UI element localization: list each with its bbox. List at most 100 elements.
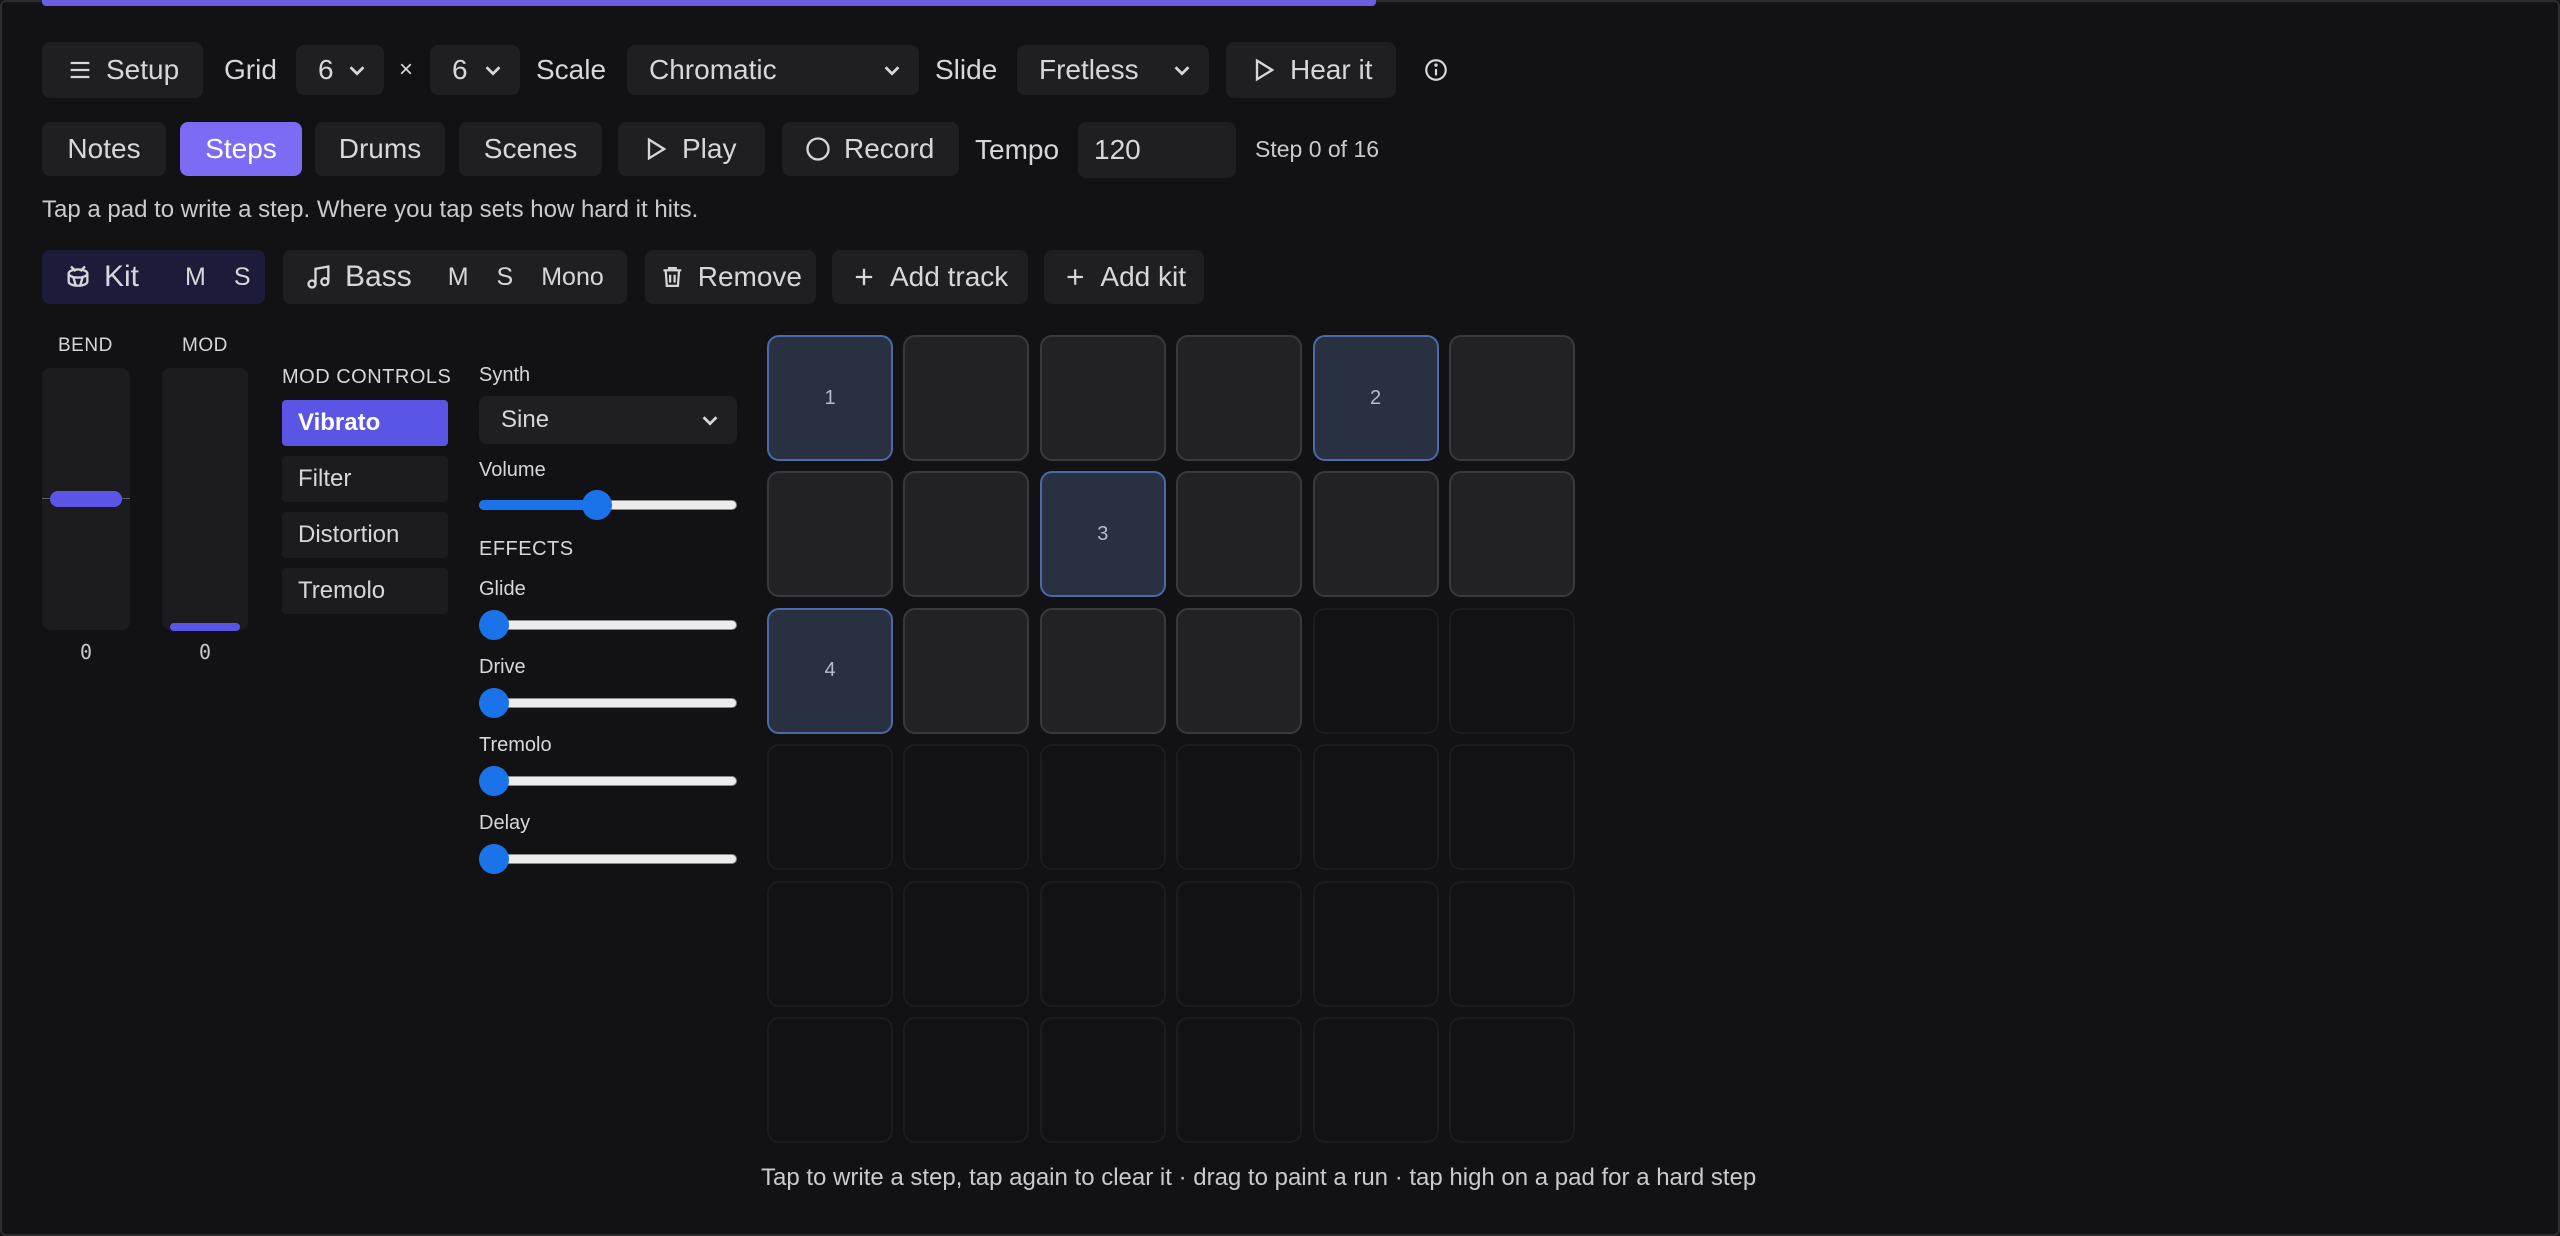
mod-slider-thumb[interactable] bbox=[170, 623, 240, 631]
pad bbox=[1449, 880, 1575, 1007]
pad[interactable] bbox=[903, 607, 1030, 734]
setup-button[interactable]: Setup bbox=[42, 42, 204, 98]
pad[interactable] bbox=[767, 471, 893, 598]
mod-item-tremolo[interactable]: Tremolo bbox=[282, 568, 448, 614]
mod-value: 0 bbox=[199, 640, 212, 664]
tempo-value: 120 bbox=[1094, 134, 1141, 165]
slider-rail bbox=[479, 854, 737, 864]
slider-thumb[interactable] bbox=[479, 844, 509, 874]
add-kit-button[interactable]: Add kit bbox=[1044, 250, 1204, 304]
mod-item-filter[interactable]: Filter bbox=[282, 456, 448, 502]
plus-icon bbox=[1067, 269, 1083, 285]
track-kit[interactable]: Kit M S bbox=[42, 250, 265, 304]
grid-cols-select[interactable]: 6 bbox=[296, 45, 384, 95]
mod-item-label: Filter bbox=[298, 465, 352, 492]
tab-label: Steps bbox=[205, 133, 277, 164]
mod-item-vibrato[interactable]: Vibrato bbox=[282, 400, 448, 446]
tab-notes[interactable]: Notes bbox=[42, 122, 166, 176]
step-pad[interactable]: 4 bbox=[767, 607, 893, 734]
track-bass-solo[interactable]: S bbox=[483, 263, 528, 292]
slider-thumb[interactable] bbox=[479, 766, 509, 796]
pad bbox=[1449, 744, 1575, 871]
slide-select[interactable]: Fretless bbox=[1017, 45, 1209, 95]
pad[interactable] bbox=[1312, 471, 1439, 598]
slider-rail bbox=[479, 776, 737, 786]
synth-label: Synth bbox=[479, 364, 531, 386]
plus-icon bbox=[855, 268, 873, 286]
mod-item-label: Vibrato bbox=[298, 409, 381, 436]
scale-select[interactable]: Chromatic bbox=[627, 45, 919, 95]
hear-it-button[interactable]: Hear it bbox=[1226, 42, 1397, 98]
slider-rail bbox=[479, 698, 737, 708]
play-button[interactable]: Play bbox=[618, 122, 765, 176]
mod-controls-title: MOD CONTROLS bbox=[282, 366, 452, 388]
scale-label: Scale bbox=[536, 54, 607, 85]
grid-rows-value: 6 bbox=[452, 54, 468, 85]
pad[interactable] bbox=[1176, 335, 1303, 461]
slider-thumb[interactable] bbox=[479, 610, 509, 640]
drive-slider[interactable] bbox=[479, 688, 737, 718]
delay-slider[interactable] bbox=[479, 844, 737, 874]
step-pad[interactable]: 3 bbox=[1039, 471, 1166, 598]
tab-drums[interactable]: Drums bbox=[315, 122, 445, 176]
track-bass[interactable]: Bass M S Mono bbox=[283, 250, 627, 304]
pad bbox=[767, 880, 893, 1007]
slider-thumb[interactable] bbox=[479, 688, 509, 718]
chevron-down-icon bbox=[884, 66, 900, 76]
step-pad[interactable]: 2 bbox=[1312, 335, 1439, 461]
pad bbox=[1176, 744, 1303, 871]
bend-slider[interactable] bbox=[42, 368, 130, 630]
chevron-down-icon bbox=[349, 66, 365, 76]
pad bbox=[1039, 1017, 1166, 1143]
add-track-button[interactable]: Add track bbox=[832, 250, 1028, 304]
pad bbox=[1449, 1017, 1575, 1143]
pad[interactable] bbox=[903, 335, 1030, 461]
info-icon[interactable] bbox=[1423, 57, 1449, 83]
bend-slider-thumb[interactable] bbox=[50, 491, 122, 507]
times-sign: × bbox=[399, 56, 414, 83]
pad bbox=[1176, 880, 1303, 1007]
scale-value: Chromatic bbox=[649, 54, 777, 85]
slider-thumb[interactable] bbox=[581, 490, 612, 520]
record-button[interactable]: Record bbox=[782, 122, 959, 176]
pad bbox=[1312, 1017, 1439, 1143]
track-bass-mute[interactable]: M bbox=[434, 263, 483, 292]
grid-rows-select[interactable]: 6 bbox=[430, 45, 520, 95]
grid-label: Grid bbox=[224, 54, 277, 85]
track-kit-mute[interactable]: M bbox=[161, 263, 220, 292]
tempo-input[interactable]: 120 bbox=[1078, 122, 1236, 178]
step-pad[interactable]: 1 bbox=[767, 335, 893, 461]
volume-label: Volume bbox=[479, 459, 546, 481]
track-bass-mono[interactable]: Mono bbox=[527, 263, 618, 292]
mod-item-distortion[interactable]: Distortion bbox=[282, 512, 448, 558]
synth-value: Sine bbox=[501, 406, 550, 433]
pad[interactable] bbox=[1449, 471, 1575, 598]
pad[interactable] bbox=[1176, 607, 1303, 734]
tremolo-slider[interactable] bbox=[479, 766, 737, 796]
pad-step-label: 2 bbox=[1370, 386, 1382, 409]
synth-select[interactable]: Sine bbox=[479, 396, 737, 444]
track-bass-name[interactable]: Bass bbox=[283, 260, 434, 294]
pad[interactable] bbox=[1176, 471, 1303, 598]
pad[interactable] bbox=[903, 471, 1030, 598]
track-kit-name[interactable]: Kit bbox=[42, 260, 161, 294]
step-status: Step 0 of 16 bbox=[1255, 136, 1380, 162]
remove-label: Remove bbox=[697, 261, 802, 292]
grid-cols-value: 6 bbox=[318, 54, 334, 85]
pad[interactable] bbox=[1039, 607, 1166, 734]
steps-hint: Tap a pad to write a step. Where you tap… bbox=[42, 196, 699, 223]
tab-steps[interactable]: Steps bbox=[180, 122, 302, 176]
tab-label: Drums bbox=[338, 133, 422, 164]
menu-icon bbox=[70, 61, 90, 79]
slider-rail bbox=[479, 620, 737, 630]
glide-slider[interactable] bbox=[479, 610, 737, 640]
pad[interactable] bbox=[1449, 335, 1575, 461]
tab-scenes[interactable]: Scenes bbox=[459, 122, 602, 176]
volume-slider[interactable] bbox=[479, 490, 737, 520]
remove-track-button[interactable]: Remove bbox=[645, 250, 816, 304]
track-kit-solo[interactable]: S bbox=[220, 263, 265, 292]
mod-slider[interactable] bbox=[162, 368, 248, 631]
pad bbox=[767, 1017, 893, 1143]
mod-label: MOD bbox=[182, 335, 228, 356]
pad[interactable] bbox=[1039, 335, 1166, 461]
